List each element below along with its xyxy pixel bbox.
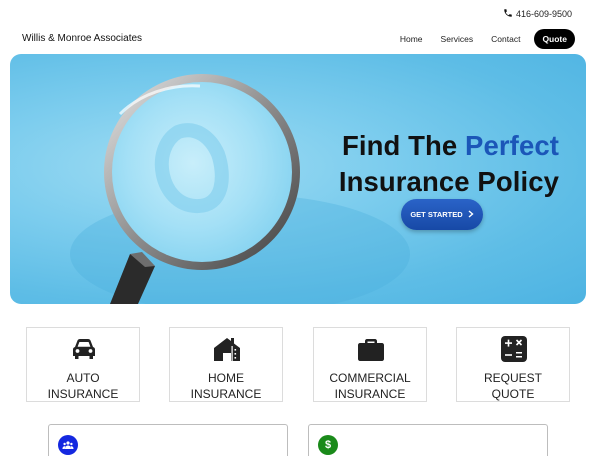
calculator-icon <box>501 336 527 362</box>
service-label-line2: INSURANCE <box>334 387 406 401</box>
service-label-line2: QUOTE <box>491 387 535 401</box>
nav-link-home[interactable]: Home <box>400 34 423 44</box>
people-icon <box>58 435 78 455</box>
info-panel-pricing: $ <box>308 424 548 456</box>
briefcase-icon <box>358 339 384 361</box>
house-icon <box>214 338 240 361</box>
service-card-commercial[interactable]: COMMERCIAL INSURANCE <box>313 327 427 402</box>
service-label-line2: INSURANCE <box>190 387 262 401</box>
navbar: Willis & Monroe Associates Home Services… <box>0 28 596 50</box>
hero-title: Find The Perfect Insurance Policy <box>339 128 559 200</box>
service-card-request-quote[interactable]: REQUEST QUOTE <box>456 327 570 402</box>
car-icon <box>73 339 95 359</box>
service-card-auto[interactable]: AUTO INSURANCE <box>26 327 140 402</box>
phone-icon <box>503 8 513 20</box>
service-label-line1: REQUEST <box>483 371 542 385</box>
top-contact-bar: 416-609-9500 <box>503 7 572 21</box>
service-label-line1: COMMERCIAL <box>329 371 411 385</box>
phone-number[interactable]: 416-609-9500 <box>516 9 572 19</box>
service-label-line1: AUTO <box>66 371 100 385</box>
brand-name[interactable]: Willis & Monroe Associates <box>22 33 142 44</box>
service-card-home[interactable]: HOME INSURANCE <box>169 327 283 402</box>
service-label-line2: INSURANCE <box>47 387 119 401</box>
get-started-button[interactable]: GET STARTED <box>401 199 483 230</box>
chevron-right-icon <box>468 209 474 220</box>
nav-link-contact[interactable]: Contact <box>491 34 520 44</box>
quote-button[interactable]: Quote <box>534 29 575 49</box>
info-panel-people <box>48 424 288 456</box>
hero-title-accent: Perfect <box>465 130 559 161</box>
hero-title-line2: Insurance Policy <box>338 166 559 197</box>
hero-banner: Find The Perfect Insurance Policy GET ST… <box>10 54 586 304</box>
hero-title-part1: Find The <box>341 130 466 161</box>
service-label-line1: HOME <box>208 371 244 385</box>
get-started-label: GET STARTED <box>410 210 463 219</box>
service-cards: AUTO INSURANCE HOME INSURANCE COMMERCIAL… <box>26 327 570 402</box>
nav-menu: Home Services Contact Quote <box>382 28 575 50</box>
nav-link-services[interactable]: Services <box>441 34 474 44</box>
dollar-icon: $ <box>318 435 338 455</box>
